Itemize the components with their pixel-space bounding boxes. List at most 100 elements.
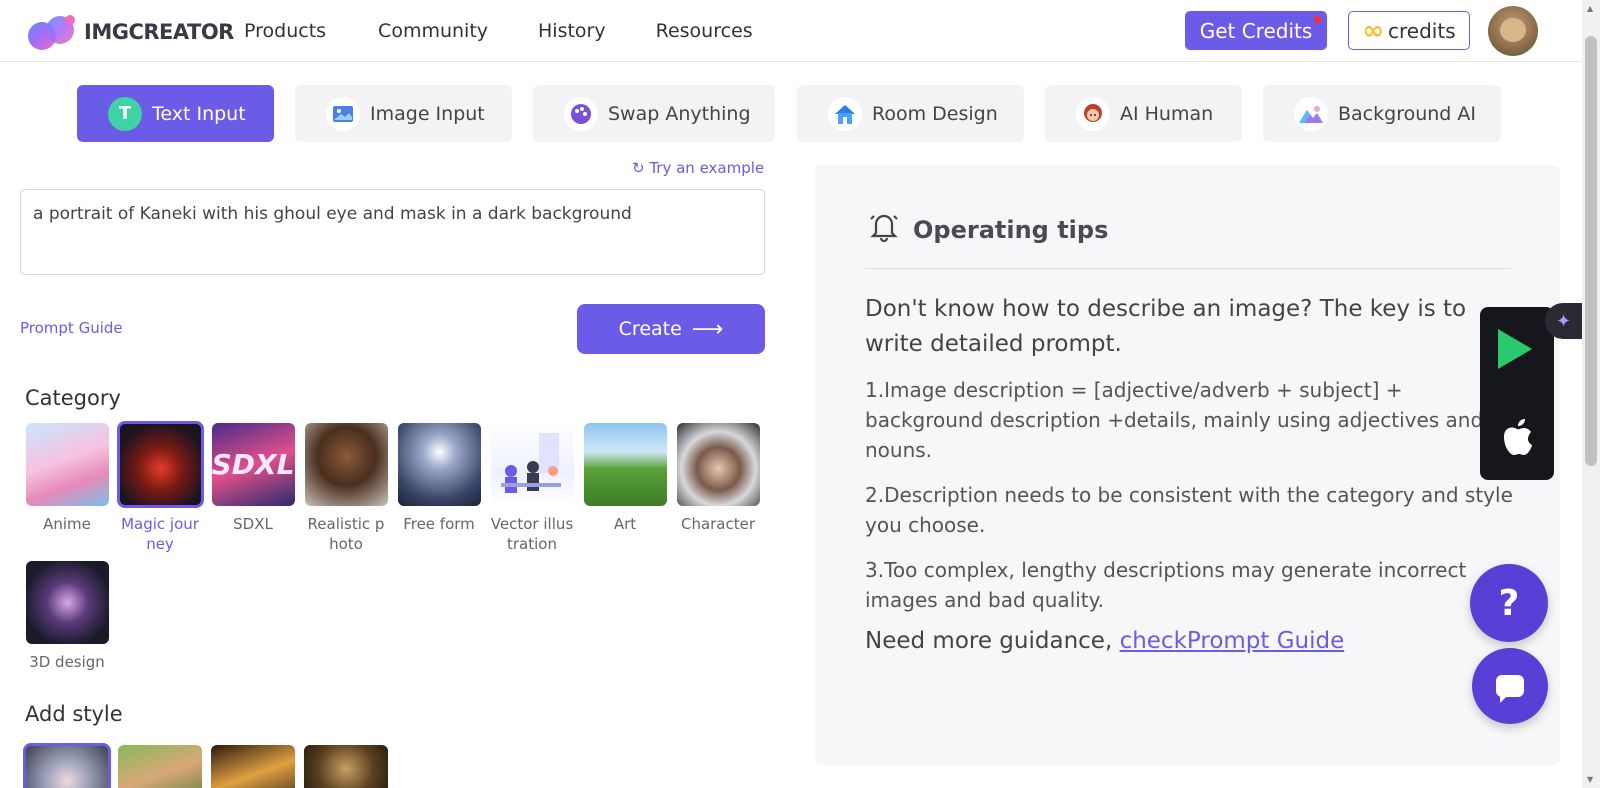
tab-label: Background AI [1338,102,1476,125]
sdxl-thumb-text: SDXL [211,448,295,481]
app-download-bar [1480,307,1554,480]
nav-products[interactable]: Products [244,20,326,42]
category-label: Character [680,515,756,533]
category-thumb [25,561,109,644]
main-nav: Products Community History Resources [244,20,753,42]
category-thumb: SDXL [211,423,295,506]
house-icon [828,96,862,131]
guidance-text: Need more guidance, checkPrompt Guide [865,628,1344,654]
category-label: SDXL [233,515,273,533]
style-thumb-3[interactable] [211,745,295,788]
category-title: Category [25,386,121,410]
category-3d-design[interactable]: 3D design [24,561,110,672]
credits-button[interactable]: ∞ credits [1348,11,1470,50]
prompt-guide-link[interactable]: Prompt Guide [20,319,123,337]
category-thumb [676,423,760,506]
category-character[interactable]: Character [675,423,761,534]
category-realistic-photo[interactable]: Realistic photo [303,423,389,554]
bell-icon [867,209,901,251]
style-thumb-1[interactable] [23,743,111,788]
tips-intro: Don't know how to describe an image? The… [865,296,1467,357]
nav-history[interactable]: History [538,20,606,42]
tips-header: Operating tips [867,209,1108,251]
check-prompt-guide-link[interactable]: checkPrompt Guide [1120,628,1345,654]
category-label: Art [613,515,637,533]
category-label: Anime [43,515,91,533]
nav-resources[interactable]: Resources [656,20,753,42]
create-label: Create [618,318,682,340]
refresh-icon: ↻ [632,159,650,177]
get-credits-button[interactable]: Get Credits [1185,11,1327,50]
mountain-icon [1294,96,1328,131]
tab-ai-human[interactable]: AI Human [1045,85,1242,142]
nav-community[interactable]: Community [378,20,488,42]
category-label: Magic journey [121,515,199,553]
prompt-input[interactable] [20,189,765,275]
scrollbar-thumb[interactable] [1585,36,1597,466]
top-header: IMGCREATOR Products Community History Re… [0,0,1582,62]
person-icon [1076,96,1110,131]
add-style-title: Add style [25,702,123,726]
apple-icon[interactable] [1500,417,1534,466]
try-example-label: Try an example [649,159,765,177]
chat-icon [1496,675,1524,703]
category-magic-journey[interactable]: Magic journey [116,421,204,554]
tab-label: Text Input [152,102,246,125]
category-label: Free form [403,515,475,533]
category-label: 3D design [29,653,105,671]
tab-label: Image Input [370,102,485,125]
create-button[interactable]: Create ⟶ [577,304,765,354]
arrow-right-icon: ⟶ [691,316,724,342]
help-button[interactable]: ? [1470,564,1548,642]
chat-button[interactable] [1472,648,1548,724]
category-thumb [490,423,574,506]
tab-background-ai[interactable]: Background AI [1263,85,1501,142]
style-thumb-2[interactable] [118,745,202,788]
credits-label: credits [1388,18,1456,43]
notification-dot [1314,16,1321,23]
category-label: Realistic photo [307,515,385,553]
category-vector-illustration[interactable]: Vector illustration [489,423,575,554]
category-thumb [25,423,109,506]
tips-divider [865,268,1511,269]
tab-image-input[interactable]: Image Input [295,85,512,142]
palette-icon [564,96,598,131]
get-credits-label: Get Credits [1199,18,1313,43]
tab-swap-anything[interactable]: Swap Anything [533,85,775,142]
tip-3: 3.Too complex, lengthy descriptions may … [865,558,1467,612]
avatar-face [1500,18,1526,42]
tip-1: 1.Image description = [adjective/adverb … [865,378,1484,462]
tab-text-input[interactable]: T Text Input [77,85,274,142]
scroll-up-icon[interactable]: ▲ [1587,4,1593,13]
sparkle-icon[interactable]: ✦ [1545,303,1582,339]
tab-label: AI Human [1120,102,1214,125]
tab-room-design[interactable]: Room Design [797,85,1024,142]
category-thumb [116,421,204,508]
infinity-icon: ∞ [1362,15,1385,46]
scroll-down-icon[interactable]: ▼ [1587,775,1593,784]
category-free-form[interactable]: Free form [396,423,482,534]
category-sdxl[interactable]: SDXL SDXL [210,423,296,534]
logo-text: IMGCREATOR [84,20,234,44]
help-label: ? [1498,582,1520,624]
style-thumb-4[interactable] [304,745,388,788]
operating-tips-panel: Operating tips Don't know how to describ… [815,165,1560,765]
tip-2: 2.Description needs to be consistent wit… [865,483,1513,537]
logo[interactable]: IMGCREATOR [24,12,234,52]
category-thumb [304,423,388,506]
category-art[interactable]: Art [582,423,668,534]
text-icon: T [108,96,142,131]
category-label: Vector illustration [490,515,574,553]
google-play-icon[interactable] [1498,329,1532,369]
tab-label: Swap Anything [608,102,751,125]
avatar[interactable] [1488,6,1538,56]
category-anime[interactable]: Anime [24,423,110,534]
try-example-link[interactable]: ↻ Try an example [632,159,764,177]
tips-title: Operating tips [913,216,1109,244]
image-icon [326,96,360,131]
category-thumb [583,423,667,506]
guidance-prefix: Need more guidance, [865,628,1120,654]
logo-icon [24,12,80,52]
category-thumb [397,423,481,506]
page-scrollbar[interactable]: ▲ ▼ [1582,0,1600,788]
